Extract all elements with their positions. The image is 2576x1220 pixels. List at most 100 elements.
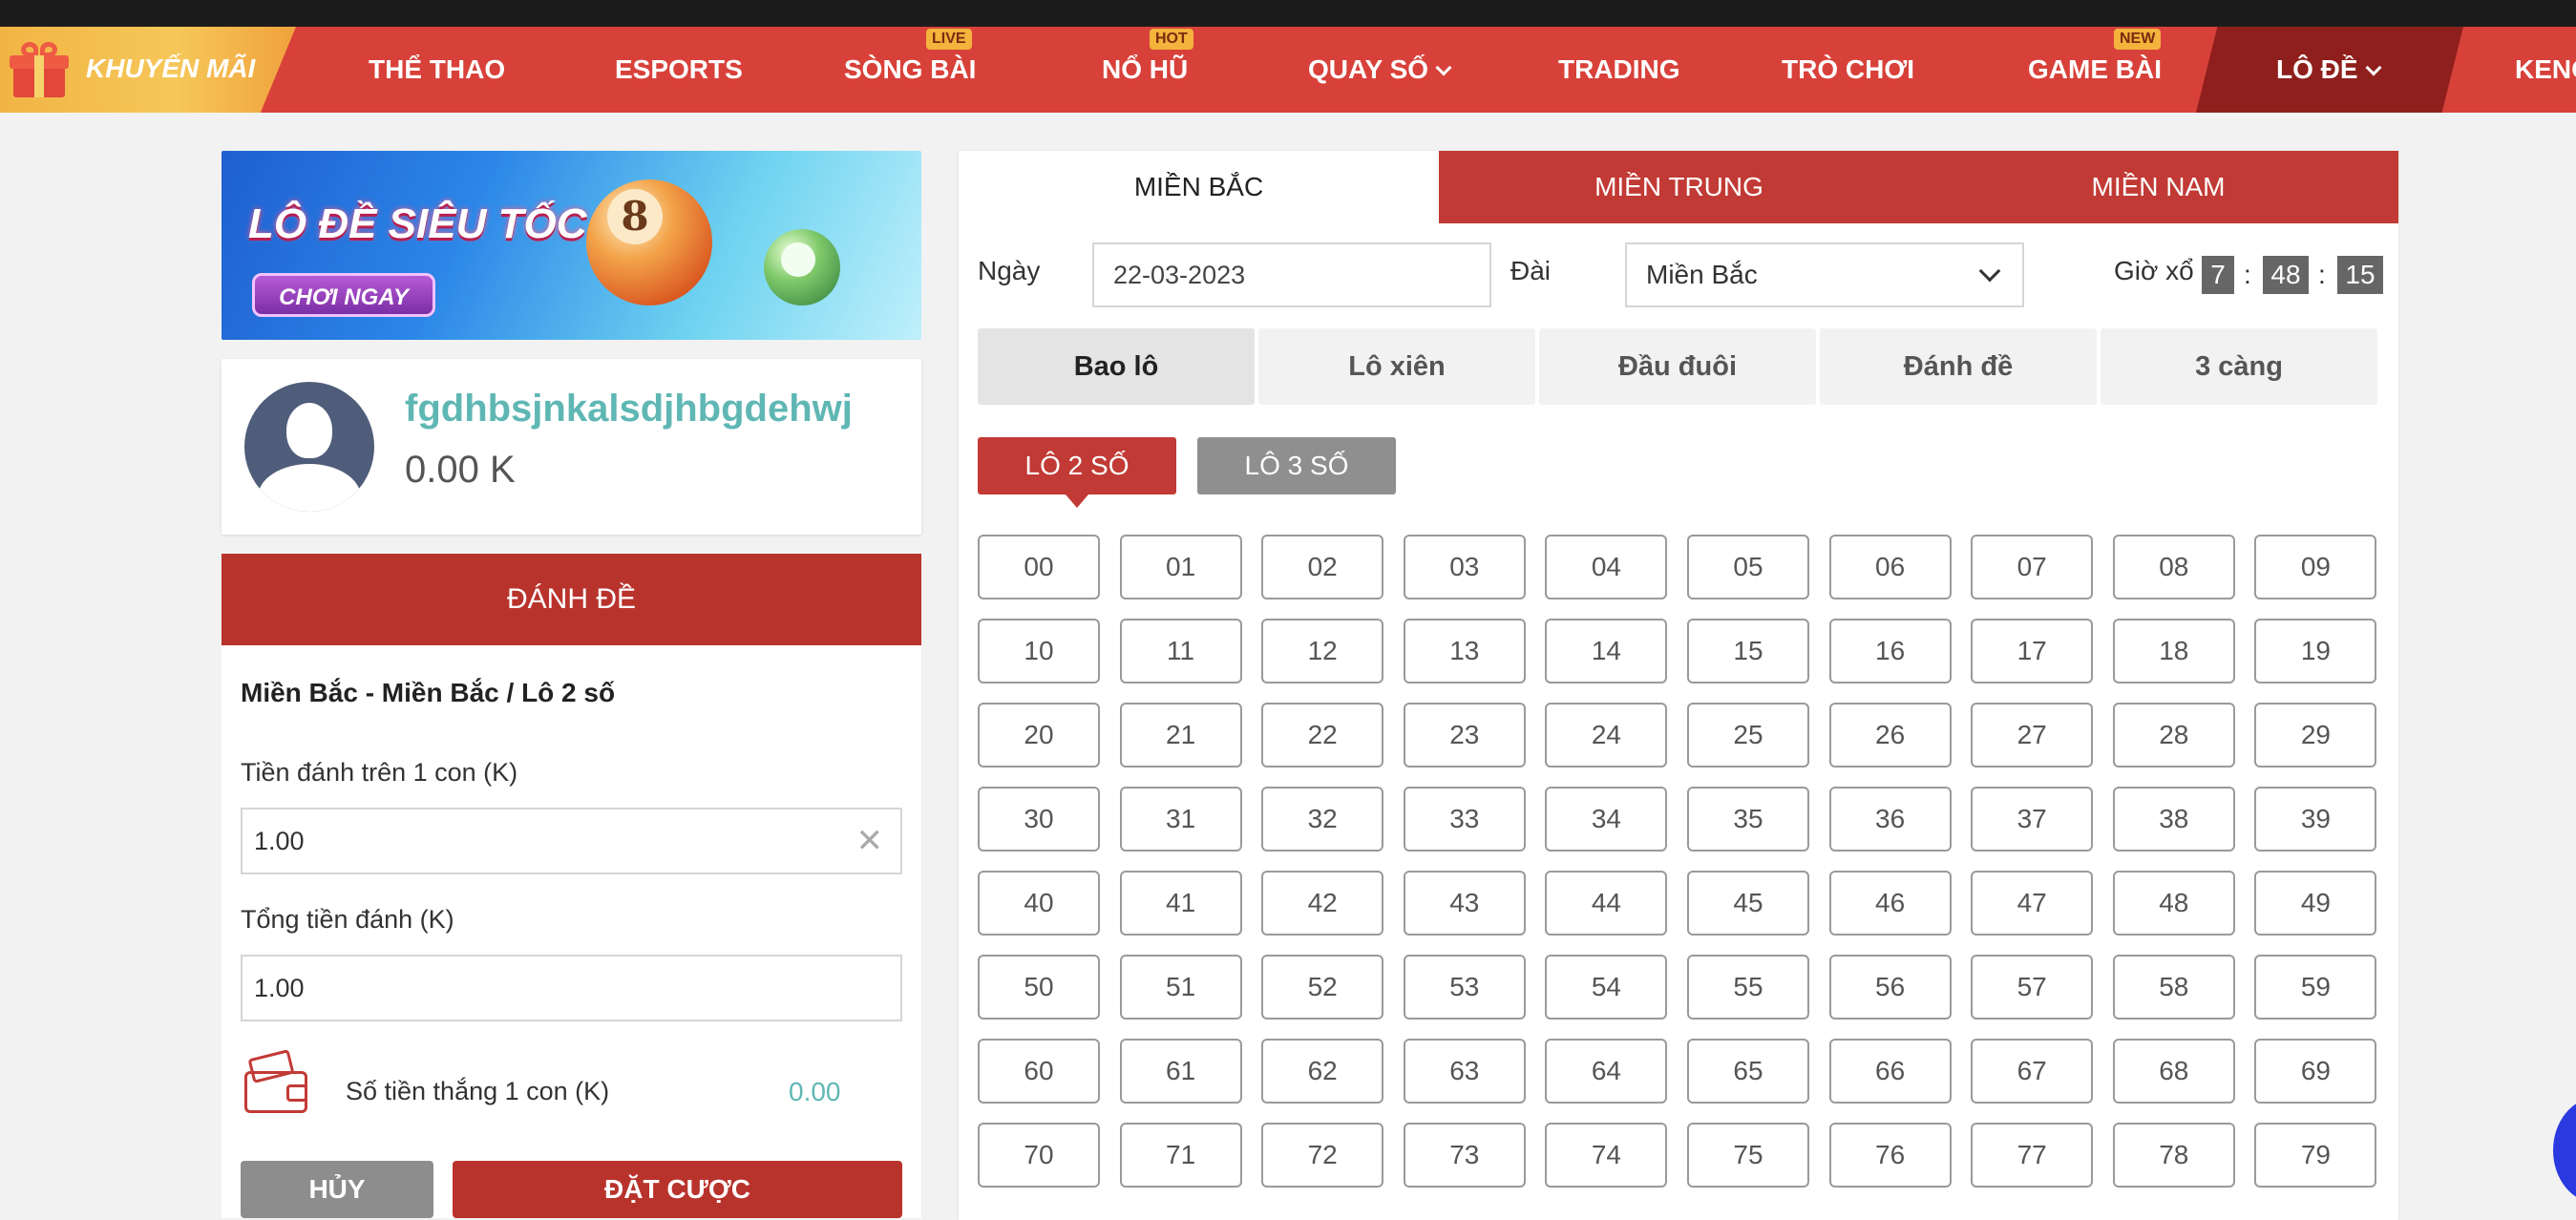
- number-cell[interactable]: 24: [1545, 703, 1668, 768]
- number-cell[interactable]: 76: [1828, 1123, 1952, 1188]
- number-cell[interactable]: 55: [1687, 955, 1809, 1020]
- number-cell[interactable]: 23: [1403, 703, 1526, 768]
- number-cell[interactable]: 38: [2112, 787, 2235, 852]
- number-cell[interactable]: 79: [2254, 1123, 2377, 1188]
- number-cell[interactable]: 43: [1403, 871, 1526, 936]
- number-cell[interactable]: 63: [1403, 1039, 1526, 1104]
- tab-mien-bac[interactable]: MIỀN BẮC: [959, 151, 1439, 223]
- number-cell[interactable]: 49: [2254, 871, 2377, 936]
- number-cell[interactable]: 52: [1261, 955, 1384, 1020]
- number-cell[interactable]: 22: [1261, 703, 1384, 768]
- number-cell[interactable]: 32: [1261, 787, 1384, 852]
- number-cell[interactable]: 08: [2112, 535, 2235, 599]
- number-cell[interactable]: 16: [1828, 619, 1952, 684]
- nav-item-tro-choi[interactable]: TRÒ CHƠI: [1782, 27, 1914, 113]
- number-cell[interactable]: 53: [1403, 955, 1526, 1020]
- number-cell[interactable]: 03: [1403, 535, 1526, 599]
- number-cell[interactable]: 06: [1828, 535, 1952, 599]
- number-cell[interactable]: 56: [1828, 955, 1952, 1020]
- number-cell[interactable]: 58: [2112, 955, 2235, 1020]
- bet-type-lo-xien[interactable]: Lô xiên: [1258, 328, 1535, 405]
- nav-item-the-thao[interactable]: THỂ THAO: [369, 27, 505, 113]
- number-cell[interactable]: 46: [1828, 871, 1952, 936]
- number-cell[interactable]: 26: [1828, 703, 1952, 768]
- number-cell[interactable]: 12: [1261, 619, 1384, 684]
- number-cell[interactable]: 42: [1261, 871, 1384, 936]
- number-cell[interactable]: 14: [1545, 619, 1668, 684]
- number-cell[interactable]: 47: [1971, 871, 2094, 936]
- bet-type-3-cang[interactable]: 3 càng: [2101, 328, 2377, 405]
- number-cell[interactable]: 48: [2112, 871, 2235, 936]
- nav-item-trading[interactable]: TRADING: [1558, 27, 1680, 113]
- number-cell[interactable]: 73: [1403, 1123, 1526, 1188]
- number-cell[interactable]: 35: [1687, 787, 1809, 852]
- number-cell[interactable]: 37: [1971, 787, 2094, 852]
- number-cell[interactable]: 50: [978, 955, 1100, 1020]
- number-cell[interactable]: 75: [1687, 1123, 1809, 1188]
- number-cell[interactable]: 61: [1119, 1039, 1242, 1104]
- number-cell[interactable]: 21: [1119, 703, 1242, 768]
- number-cell[interactable]: 04: [1545, 535, 1668, 599]
- nav-item-esports[interactable]: ESPORTS: [615, 27, 743, 113]
- promo-banner[interactable]: LÔ ĐỀ SIÊU TỐC CHƠI NGAY 8: [222, 151, 921, 340]
- number-cell[interactable]: 17: [1971, 619, 2094, 684]
- station-select[interactable]: Miền Bắc: [1625, 242, 2024, 307]
- subtab-lo-2-so[interactable]: LÔ 2 SỐ: [978, 437, 1176, 508]
- number-cell[interactable]: 74: [1545, 1123, 1668, 1188]
- number-cell[interactable]: 57: [1971, 955, 2094, 1020]
- number-cell[interactable]: 44: [1545, 871, 1668, 936]
- number-cell[interactable]: 13: [1403, 619, 1526, 684]
- number-cell[interactable]: 09: [2254, 535, 2377, 599]
- nav-item-keno[interactable]: KENO: [2515, 27, 2576, 113]
- number-cell[interactable]: 62: [1261, 1039, 1384, 1104]
- number-cell[interactable]: 28: [2112, 703, 2235, 768]
- number-cell[interactable]: 01: [1119, 535, 1242, 599]
- number-cell[interactable]: 02: [1261, 535, 1384, 599]
- number-cell[interactable]: 45: [1687, 871, 1809, 936]
- nav-item-quay-so[interactable]: QUAY SỐ: [1308, 27, 1452, 113]
- number-cell[interactable]: 36: [1828, 787, 1952, 852]
- banner-play-button[interactable]: CHƠI NGAY: [252, 273, 435, 317]
- number-cell[interactable]: 18: [2112, 619, 2235, 684]
- place-bet-button[interactable]: ĐẶT CƯỢC: [453, 1161, 902, 1218]
- number-cell[interactable]: 10: [978, 619, 1100, 684]
- bet-type-bao-lo[interactable]: Bao lô: [978, 328, 1255, 405]
- number-cell[interactable]: 31: [1119, 787, 1242, 852]
- tab-mien-nam[interactable]: MIỀN NAM: [1918, 151, 2398, 223]
- number-cell[interactable]: 51: [1119, 955, 1242, 1020]
- bet-type-danh-de[interactable]: Đánh đề: [1820, 328, 2097, 405]
- number-cell[interactable]: 33: [1403, 787, 1526, 852]
- number-cell[interactable]: 78: [2112, 1123, 2235, 1188]
- number-cell[interactable]: 41: [1119, 871, 1242, 936]
- number-cell[interactable]: 65: [1687, 1039, 1809, 1104]
- number-cell[interactable]: 69: [2254, 1039, 2377, 1104]
- date-input[interactable]: 22-03-2023: [1092, 242, 1491, 307]
- number-cell[interactable]: 00: [978, 535, 1100, 599]
- number-cell[interactable]: 34: [1545, 787, 1668, 852]
- number-cell[interactable]: 25: [1687, 703, 1809, 768]
- nav-item-lo-de[interactable]: LÔ ĐỀ: [2276, 27, 2382, 113]
- number-cell[interactable]: 72: [1261, 1123, 1384, 1188]
- cancel-button[interactable]: HỦY: [241, 1161, 433, 1218]
- number-cell[interactable]: 60: [978, 1039, 1100, 1104]
- number-cell[interactable]: 39: [2254, 787, 2377, 852]
- number-cell[interactable]: 70: [978, 1123, 1100, 1188]
- number-cell[interactable]: 20: [978, 703, 1100, 768]
- promo-nav-item[interactable]: KHUYẾN MÃI: [0, 27, 296, 113]
- subtab-lo-3-so[interactable]: LÔ 3 SỐ: [1197, 437, 1396, 494]
- number-cell[interactable]: 67: [1971, 1039, 2094, 1104]
- number-cell[interactable]: 66: [1828, 1039, 1952, 1104]
- number-cell[interactable]: 27: [1971, 703, 2094, 768]
- bet-type-dau-duoi[interactable]: Đầu đuôi: [1539, 328, 1816, 405]
- number-cell[interactable]: 11: [1119, 619, 1242, 684]
- number-cell[interactable]: 54: [1545, 955, 1668, 1020]
- number-cell[interactable]: 40: [978, 871, 1100, 936]
- clear-icon[interactable]: ✕: [856, 810, 884, 873]
- number-cell[interactable]: 77: [1971, 1123, 2094, 1188]
- per-stake-input[interactable]: 1.00 ✕: [241, 808, 902, 874]
- tab-mien-trung[interactable]: MIỀN TRUNG: [1439, 151, 1919, 223]
- number-cell[interactable]: 29: [2254, 703, 2377, 768]
- number-cell[interactable]: 05: [1687, 535, 1809, 599]
- number-cell[interactable]: 59: [2254, 955, 2377, 1020]
- number-cell[interactable]: 15: [1687, 619, 1809, 684]
